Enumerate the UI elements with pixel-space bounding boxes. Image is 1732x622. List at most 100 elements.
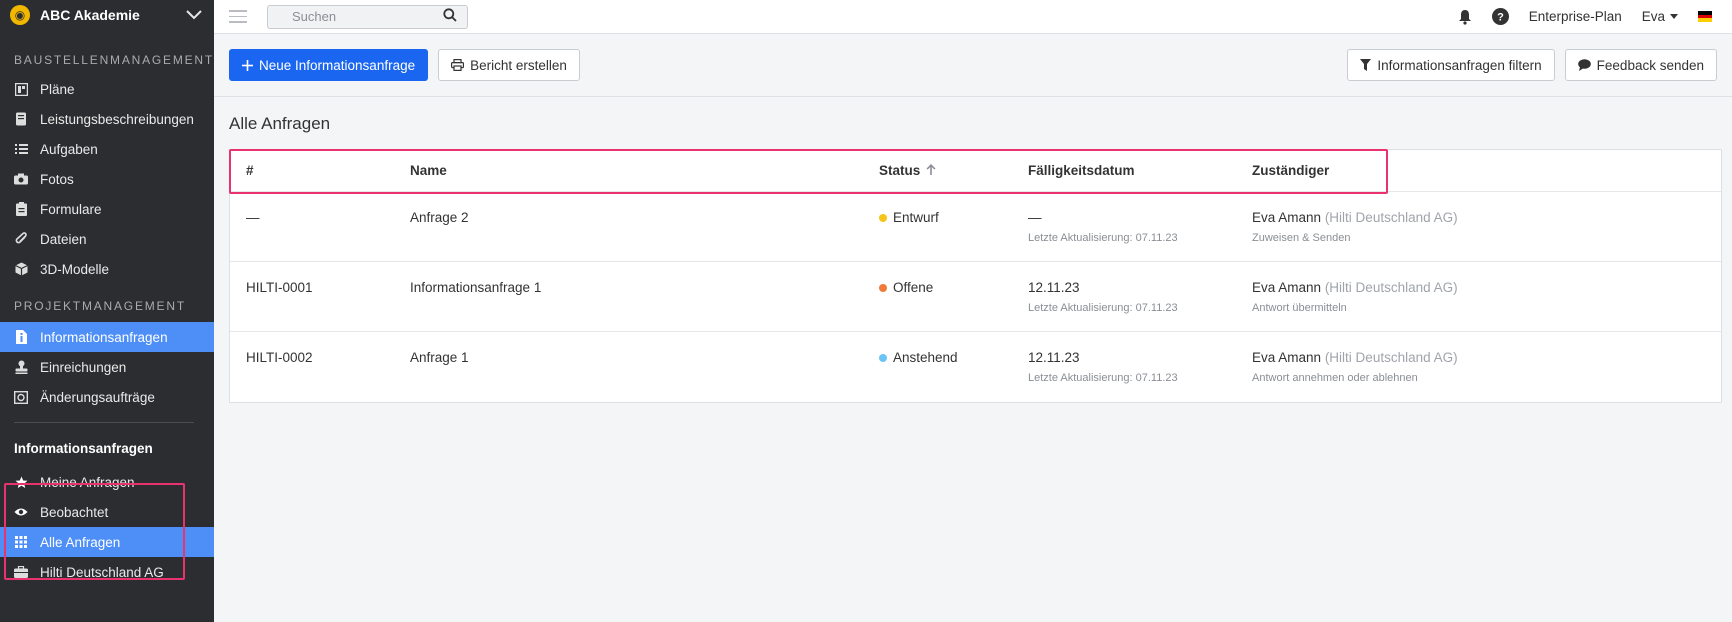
- column-header-name[interactable]: Name: [410, 163, 879, 178]
- sidebar-item-forms[interactable]: Formulare: [0, 194, 214, 224]
- next-action: Antwort übermitteln: [1252, 302, 1347, 314]
- create-report-button[interactable]: Bericht erstellen: [438, 49, 580, 81]
- sidebar-item-label: Hilti Deutschland AG: [40, 564, 164, 580]
- eye-icon: [14, 505, 28, 519]
- caret-down-icon: [1670, 14, 1678, 19]
- printer-icon: [451, 59, 465, 71]
- paperclip-icon: [14, 232, 28, 246]
- row-status: Offene: [879, 280, 1028, 295]
- sidebar-item-photos[interactable]: Fotos: [0, 164, 214, 194]
- clipboard-icon: [14, 202, 28, 216]
- due-date-value: 12.11.23: [1028, 350, 1080, 365]
- new-request-label: Neue Informationsanfrage: [259, 57, 416, 73]
- last-updated: Letzte Aktualisierung: 07.11.23: [1028, 232, 1178, 244]
- chevron-down-icon[interactable]: [184, 5, 204, 25]
- sidebar-item-rfi[interactable]: Informationsanfragen: [0, 322, 214, 352]
- table-header: # Name Status Fälligkeitsdatum Zuständig…: [230, 150, 1721, 192]
- row-name[interactable]: Informationsanfrage 1: [410, 280, 879, 295]
- sidebar-item-plans[interactable]: Pläne: [0, 74, 214, 104]
- german-flag-icon[interactable]: [1698, 11, 1712, 23]
- speech-bubble-icon: [1577, 59, 1591, 71]
- assignee-name: Eva Amann: [1252, 350, 1322, 365]
- column-header-number[interactable]: #: [230, 163, 410, 178]
- sidebar-item-tasks[interactable]: Aufgaben: [0, 134, 214, 164]
- table-row[interactable]: HILTI-0002 Anfrage 1 Anstehend 12.11.23 …: [230, 332, 1721, 402]
- new-request-button[interactable]: Neue Informationsanfrage: [229, 49, 429, 81]
- next-action: Zuweisen & Senden: [1252, 232, 1351, 244]
- sidebar-item-company[interactable]: Hilti Deutschland AG: [0, 557, 214, 587]
- status-label: Entwurf: [893, 210, 939, 225]
- sidebar-item-label: Beobachtet: [40, 504, 109, 520]
- camera-icon: [14, 172, 28, 186]
- row-assignee: Eva Amann (Hilti Deutschland AG) Zuweise…: [1252, 210, 1721, 244]
- sidebar: ◉ ABC Akademie BAUSTELLENMANAGEMENT Plän…: [0, 0, 214, 622]
- section-title-project-management: PROJEKTMANAGEMENT: [14, 299, 186, 313]
- feedback-button[interactable]: Feedback senden: [1564, 49, 1717, 81]
- section-title-site-management: BAUSTELLENMANAGEMENT: [14, 53, 215, 67]
- sidebar-item-label: Änderungsaufträge: [40, 389, 155, 405]
- row-due-date: 12.11.23 Letzte Aktualisierung: 07.11.23: [1028, 280, 1252, 314]
- sidebar-item-label: Formulare: [40, 201, 102, 217]
- page-title: Alle Anfragen: [229, 114, 331, 133]
- sidebar-item-label: Aufgaben: [40, 141, 98, 157]
- sidebar-item-all-requests[interactable]: Alle Anfragen: [0, 527, 214, 557]
- sidebar-item-label: Dateien: [40, 231, 87, 247]
- topbar: Suchen ? Enterprise-Plan Eva: [214, 0, 1732, 34]
- sidebar-item-label: Meine Anfragen: [40, 474, 135, 490]
- sidebar-item-label: Fotos: [40, 171, 74, 187]
- row-status: Anstehend: [879, 350, 1028, 365]
- user-menu[interactable]: Eva: [1642, 9, 1678, 24]
- status-dot-icon: [879, 353, 887, 362]
- search-input[interactable]: Suchen: [267, 4, 468, 29]
- row-number: HILTI-0002: [246, 350, 313, 365]
- table-row[interactable]: — Anfrage 2 Entwurf — Letzte Aktualisier…: [230, 192, 1721, 262]
- sort-ascending-icon[interactable]: [926, 163, 936, 178]
- row-name[interactable]: Anfrage 1: [410, 350, 879, 365]
- change-order-icon: [14, 390, 28, 404]
- sidebar-item-3d-models[interactable]: 3D-Modelle: [0, 254, 214, 284]
- row-assignee: Eva Amann (Hilti Deutschland AG) Antwort…: [1252, 350, 1721, 384]
- sidebar-item-my-requests[interactable]: Meine Anfragen: [0, 467, 214, 497]
- sidebar-item-label: Pläne: [40, 81, 75, 97]
- requests-table: # Name Status Fälligkeitsdatum Zuständig…: [229, 149, 1722, 403]
- sidebar-item-watched[interactable]: Beobachtet: [0, 497, 214, 527]
- column-header-assignee[interactable]: Zuständiger: [1252, 163, 1721, 178]
- bell-icon[interactable]: [1458, 9, 1472, 25]
- sidebar-item-label: Leistungsbeschreibungen: [40, 111, 194, 127]
- due-date-value: —: [1028, 210, 1042, 225]
- status-dot-icon: [879, 213, 887, 222]
- search-placeholder: Suchen: [292, 9, 337, 24]
- sidebar-item-label: Alle Anfragen: [40, 534, 121, 550]
- filter-button[interactable]: Informationsanfragen filtern: [1347, 49, 1555, 81]
- company-logo-icon: ◉: [10, 5, 30, 25]
- sidebar-item-submittals[interactable]: Einreichungen: [0, 352, 214, 382]
- filter-label: Informationsanfragen filtern: [1377, 57, 1542, 73]
- help-icon[interactable]: ?: [1491, 8, 1509, 25]
- status-label: Offene: [893, 280, 934, 295]
- sidebar-item-specifications[interactable]: Leistungsbeschreibungen: [0, 104, 214, 134]
- book-icon: [14, 112, 28, 126]
- workspace-switcher[interactable]: ◉ ABC Akademie: [0, 0, 214, 30]
- column-header-due-date[interactable]: Fälligkeitsdatum: [1028, 163, 1252, 178]
- sidebar-item-files[interactable]: Dateien: [0, 224, 214, 254]
- sidebar-item-label: 3D-Modelle: [40, 261, 110, 277]
- assignee-name: Eva Amann: [1252, 210, 1322, 225]
- status-label: Anstehend: [893, 350, 958, 365]
- row-assignee: Eva Amann (Hilti Deutschland AG) Antwort…: [1252, 280, 1721, 314]
- grid-icon: [14, 535, 28, 549]
- sidebar-item-label: Einreichungen: [40, 359, 127, 375]
- plus-icon: [242, 59, 253, 71]
- workspace-name: ABC Akademie: [40, 7, 140, 23]
- menu-icon[interactable]: [229, 10, 247, 23]
- column-header-status[interactable]: Status: [879, 163, 1028, 178]
- toolbar: Neue Informationsanfrage Bericht erstell…: [214, 34, 1732, 97]
- star-icon: [14, 475, 28, 489]
- feedback-label: Feedback senden: [1596, 57, 1704, 73]
- assignee-name: Eva Amann: [1252, 280, 1322, 295]
- row-name[interactable]: Anfrage 2: [410, 210, 879, 225]
- assignee-company: (Hilti Deutschland AG): [1324, 280, 1458, 295]
- sidebar-item-change-orders[interactable]: Änderungsaufträge: [0, 382, 214, 412]
- plan-label[interactable]: Enterprise-Plan: [1529, 9, 1622, 24]
- table-row[interactable]: HILTI-0001 Informationsanfrage 1 Offene …: [230, 262, 1721, 332]
- search-icon[interactable]: [443, 8, 457, 25]
